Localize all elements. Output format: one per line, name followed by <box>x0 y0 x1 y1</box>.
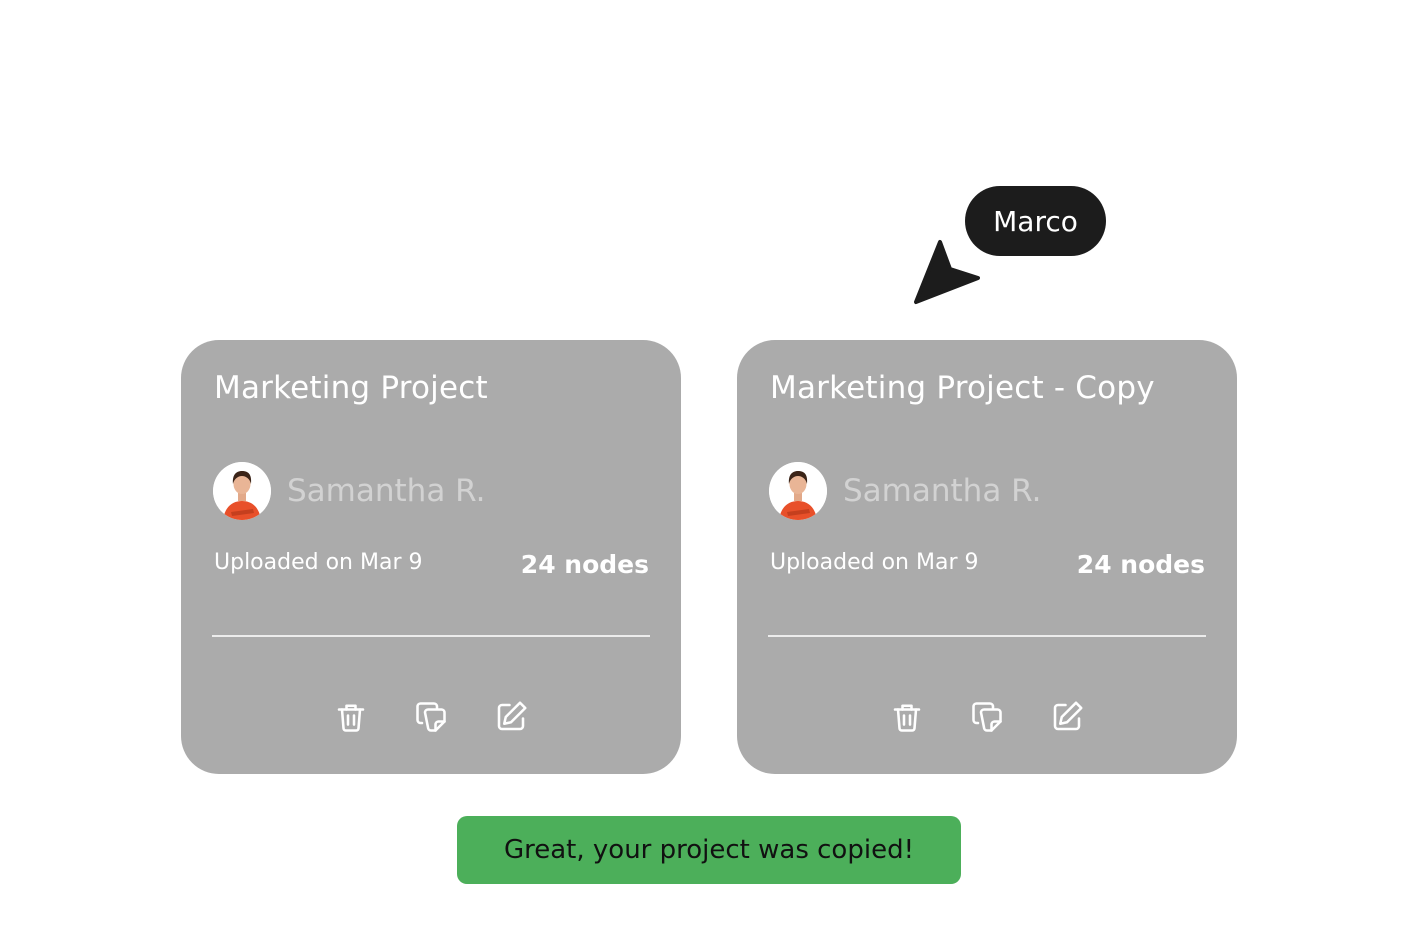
upload-date: Uploaded on Mar 9 <box>770 550 979 575</box>
avatar <box>769 462 827 520</box>
edit-button[interactable] <box>1048 698 1086 736</box>
divider <box>212 635 650 637</box>
node-count: 24 nodes <box>520 550 649 579</box>
divider <box>768 635 1206 637</box>
project-title: Marketing Project <box>214 370 488 406</box>
edit-button[interactable] <box>492 698 530 736</box>
delete-button[interactable] <box>888 698 926 736</box>
card-actions <box>181 698 681 736</box>
project-title: Marketing Project - Copy <box>770 370 1155 406</box>
owner-name: Samantha R. <box>287 473 486 509</box>
edit-icon <box>1053 701 1083 731</box>
trash-icon <box>337 704 365 732</box>
cursor-user-label: Marco <box>965 186 1106 256</box>
delete-button[interactable] <box>332 698 370 736</box>
project-card-copy[interactable]: Marketing Project - Copy Samantha R. Upl… <box>737 340 1237 774</box>
project-owner: Samantha R. <box>213 462 485 520</box>
avatar <box>213 462 271 520</box>
upload-date: Uploaded on Mar 9 <box>214 550 423 575</box>
copy-button[interactable] <box>412 698 450 736</box>
owner-name: Samantha R. <box>843 473 1042 509</box>
copy-icon <box>416 702 446 732</box>
project-card[interactable]: Marketing Project Samantha R. Uploaded o… <box>181 340 681 774</box>
trash-icon <box>893 704 921 732</box>
copy-icon <box>972 702 1002 732</box>
pointer-arrow-icon <box>914 240 980 304</box>
node-count: 24 nodes <box>1076 550 1205 579</box>
copy-button[interactable] <box>968 698 1006 736</box>
card-actions <box>737 698 1237 736</box>
edit-icon <box>497 701 527 731</box>
success-toast: Great, your project was copied! <box>457 816 961 884</box>
project-owner: Samantha R. <box>769 462 1041 520</box>
